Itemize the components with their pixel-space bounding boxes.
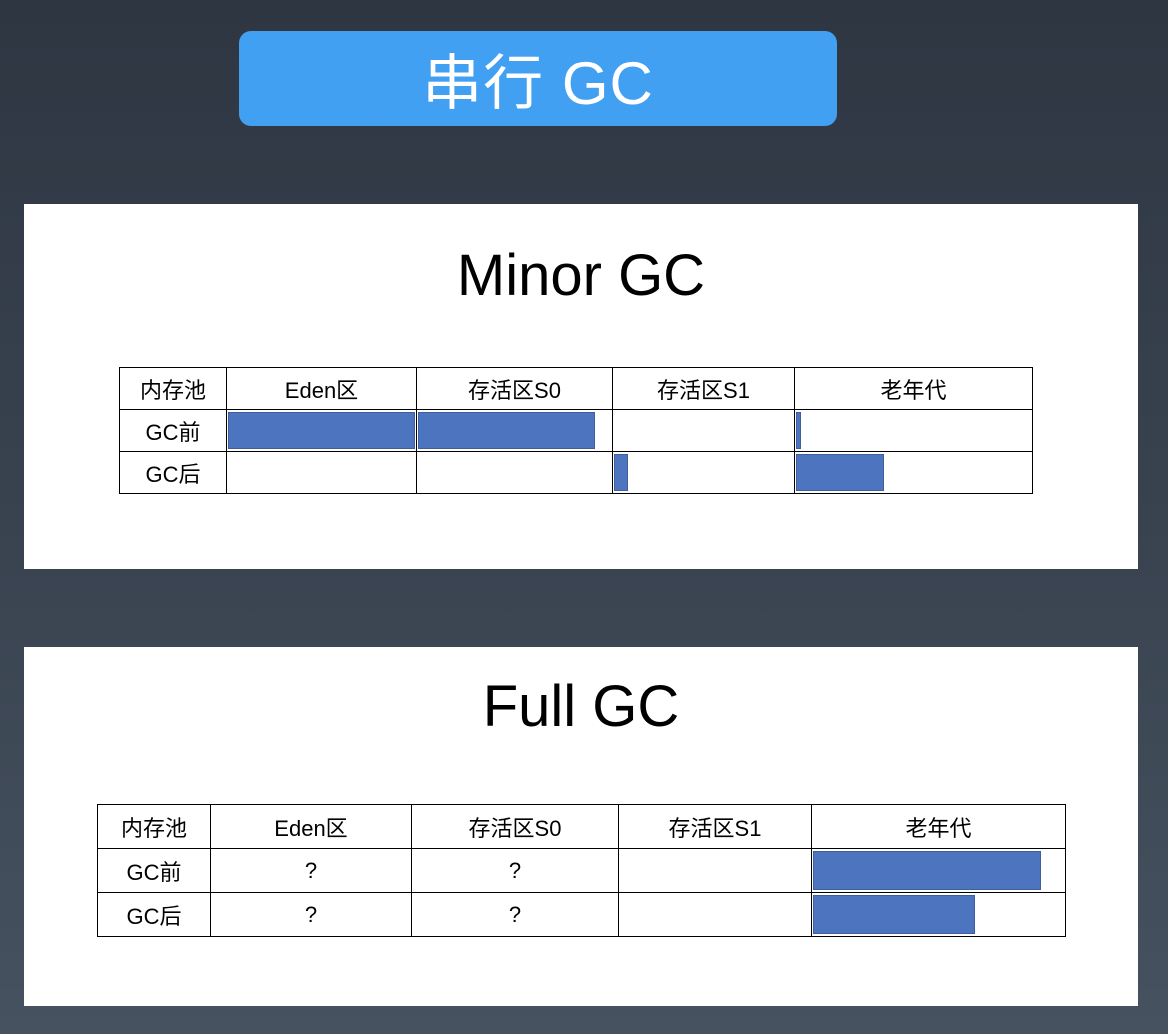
minor-gc-panel: Minor GC 内存池 Eden区 存活区S0 存活区S1 老年代 GC前 G… [24,204,1138,569]
minor-gc-table: 内存池 Eden区 存活区S0 存活区S1 老年代 GC前 GC后 [119,367,1033,494]
usage-bar [796,412,802,449]
memory-cell [794,409,1033,452]
header-cell: 老年代 [811,804,1066,849]
usage-bar [813,895,976,934]
table-row: GC前 [119,409,1033,452]
full-gc-title: Full GC [482,674,680,739]
memory-cell [811,892,1066,937]
table-row: GC后 [119,451,1033,494]
usage-bar [813,851,1042,890]
memory-cell: ? [411,892,619,937]
memory-cell [618,848,812,893]
header-cell: Eden区 [210,804,412,849]
memory-cell [618,892,812,937]
memory-cell: ? [210,848,412,893]
usage-bar [796,454,885,491]
header-cell: 老年代 [794,367,1033,410]
header-cell: 内存池 [97,804,211,849]
row-label: GC前 [119,409,227,452]
row-label: GC后 [97,892,211,937]
memory-cell [416,451,613,494]
table-row: GC前 ? ? [97,848,1066,893]
usage-bar [418,412,596,449]
usage-bar [228,412,415,449]
header-cell: 内存池 [119,367,227,410]
memory-cell [416,409,613,452]
memory-cell [612,409,795,452]
header-cell: 存活区S1 [612,367,795,410]
full-gc-table: 内存池 Eden区 存活区S0 存活区S1 老年代 GC前 ? ? GC后 ? … [97,804,1066,937]
header-cell: 存活区S0 [411,804,619,849]
memory-cell: ? [210,892,412,937]
memory-cell [794,451,1033,494]
table-header-row: 内存池 Eden区 存活区S0 存活区S1 老年代 [119,367,1033,410]
full-gc-panel: Full GC 内存池 Eden区 存活区S0 存活区S1 老年代 GC前 ? … [24,647,1138,1006]
page-banner: 串行 GC [239,31,837,126]
row-label: GC前 [97,848,211,893]
banner-title: 串行 GC [422,50,654,117]
memory-cell [226,451,417,494]
memory-cell [612,451,795,494]
memory-cell [811,848,1066,893]
memory-cell [226,409,417,452]
header-cell: Eden区 [226,367,417,410]
memory-cell: ? [411,848,619,893]
header-cell: 存活区S0 [416,367,613,410]
usage-bar [614,454,629,491]
minor-gc-title: Minor GC [456,243,706,308]
row-label: GC后 [119,451,227,494]
header-cell: 存活区S1 [618,804,812,849]
table-row: GC后 ? ? [97,892,1066,937]
table-header-row: 内存池 Eden区 存活区S0 存活区S1 老年代 [97,804,1066,849]
